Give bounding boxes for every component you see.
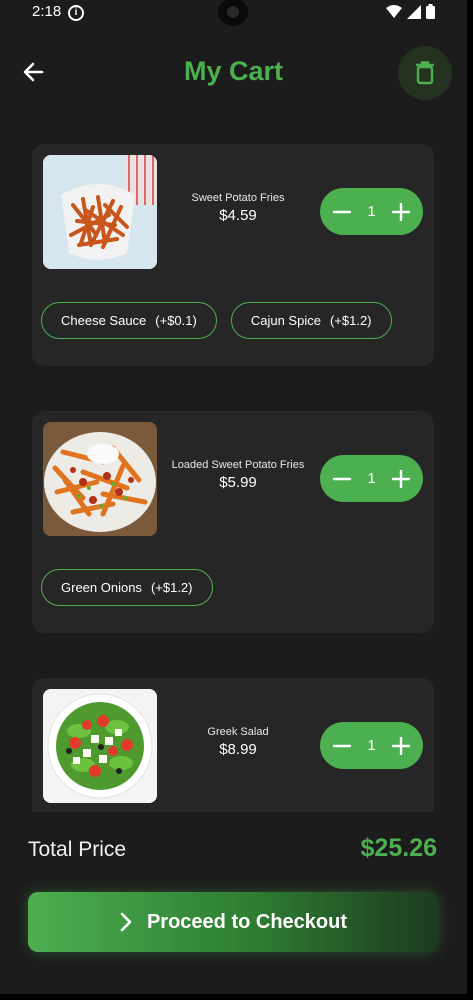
- status-icons: [386, 4, 435, 19]
- addon-list: Green Onions (+$1.2): [41, 569, 213, 606]
- loaded-fries-photo: [43, 422, 157, 536]
- plus-icon: [392, 469, 410, 488]
- chevron-right-icon: [120, 912, 132, 932]
- item-info: Sweet Potato Fries $4.59: [163, 192, 313, 224]
- addon-price: (+$0.1): [155, 313, 197, 328]
- checkout-button[interactable]: Proceed to Checkout: [28, 892, 438, 952]
- battery-icon: [426, 4, 435, 19]
- minus-icon: [333, 210, 351, 213]
- product-image: [43, 155, 157, 269]
- item-price: $5.99: [219, 474, 257, 491]
- front-camera: [218, 0, 248, 26]
- quantity-stepper: 1: [320, 188, 423, 235]
- quantity-value: 1: [367, 737, 376, 754]
- addon-chip[interactable]: Cheese Sauce (+$0.1): [41, 302, 217, 339]
- info-icon: i: [68, 5, 84, 21]
- page-title: My Cart: [183, 56, 284, 86]
- addon-list: Cheese Sauce (+$0.1) Cajun Spice (+$1.2): [41, 302, 392, 339]
- total-label: Total Price: [28, 838, 127, 861]
- wifi-icon: [386, 4, 402, 18]
- decrease-button[interactable]: [332, 469, 352, 489]
- addon-price: (+$1.2): [329, 313, 372, 328]
- signal-icon: [407, 4, 421, 19]
- checkout-label: Proceed to Checkout: [146, 910, 348, 933]
- sweet-potato-fries-photo: [43, 155, 157, 269]
- product-image: [43, 689, 157, 803]
- item-info: Greek Salad $8.99: [163, 726, 313, 758]
- checkout-footer: Total Price $25.26 Proceed to Checkout: [0, 812, 467, 994]
- item-price: $8.99: [219, 741, 257, 758]
- screen-edge: [0, 994, 473, 1000]
- minus-icon: [333, 744, 351, 747]
- increase-button[interactable]: [391, 202, 411, 222]
- quantity-stepper: 1: [320, 722, 423, 769]
- clear-cart-button[interactable]: [398, 46, 452, 100]
- quantity-value: 1: [367, 470, 376, 487]
- item-info: Loaded Sweet Potato Fries $5.99: [163, 459, 313, 491]
- total-price: $25.26: [360, 834, 437, 862]
- cart-item-card: Sweet Potato Fries $4.59 1 Cheese Sauce …: [32, 144, 434, 366]
- plus-icon: [392, 736, 410, 755]
- decrease-button[interactable]: [332, 202, 352, 222]
- increase-button[interactable]: [391, 469, 411, 489]
- quantity-value: 1: [367, 203, 376, 220]
- cart-item-card: Loaded Sweet Potato Fries $5.99 1 Green …: [32, 411, 434, 633]
- product-image: [43, 422, 157, 536]
- quantity-stepper: 1: [320, 455, 423, 502]
- status-bar: 2:18 i: [0, 0, 467, 26]
- minus-icon: [333, 477, 351, 480]
- item-name: Greek Salad: [207, 726, 269, 738]
- addon-chip[interactable]: Green Onions (+$1.2): [41, 569, 213, 606]
- addon-name: Cheese Sauce: [61, 313, 147, 328]
- addon-name: Cajun Spice: [250, 313, 321, 328]
- addon-name: Green Onions: [61, 580, 142, 595]
- item-price: $4.59: [219, 207, 257, 224]
- plus-icon: [392, 202, 410, 221]
- screen-edge: [467, 0, 473, 1000]
- item-name: Loaded Sweet Potato Fries: [171, 459, 305, 471]
- decrease-button[interactable]: [332, 736, 352, 756]
- item-name: Sweet Potato Fries: [191, 192, 285, 204]
- increase-button[interactable]: [391, 736, 411, 756]
- trash-icon: [416, 61, 434, 85]
- status-time: 2:18: [32, 3, 62, 20]
- addon-chip[interactable]: Cajun Spice (+$1.2): [230, 302, 392, 339]
- addon-price: (+$1.2): [150, 580, 193, 595]
- greek-salad-photo: [43, 689, 157, 803]
- app-screen: 2:18 i My Cart Sweet Potato Fries $4.59 …: [0, 0, 467, 994]
